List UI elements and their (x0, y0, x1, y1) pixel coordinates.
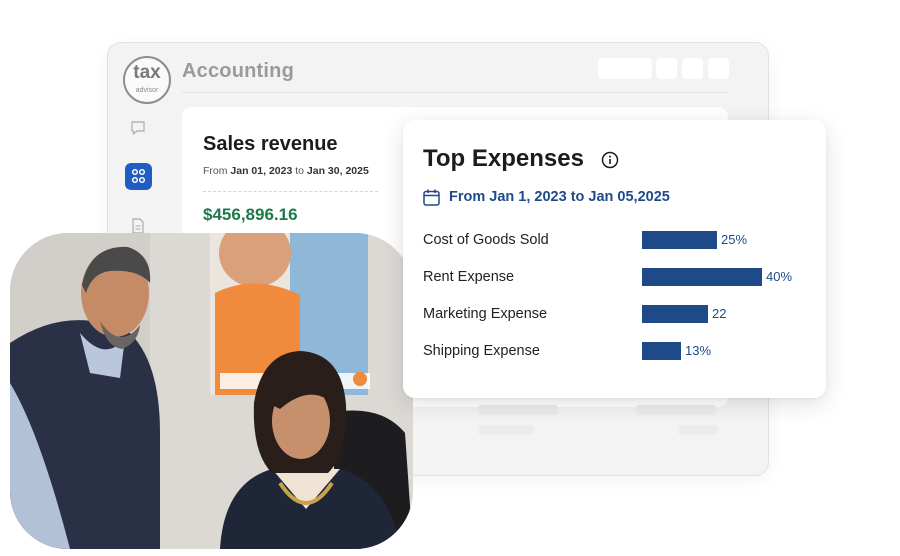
tax-advisor-logo[interactable]: tax advisor (123, 56, 171, 104)
expense-bar (642, 231, 717, 249)
sales-date-range: From Jan 01, 2023 to Jan 30, 2025 (203, 165, 369, 177)
header-icon-button-1[interactable] (656, 58, 677, 79)
grid-icon[interactable] (125, 163, 152, 190)
expense-bar (642, 268, 762, 286)
team-photo-illustration (10, 233, 413, 549)
expense-value: 40% (766, 269, 793, 284)
expense-row: Rent Expense 40% (403, 267, 826, 289)
expense-label: Cost of Goods Sold (423, 232, 549, 248)
sales-revenue-value: $456,896.16 (203, 205, 298, 224)
page-title: Accounting (182, 60, 294, 82)
placeholder-row (478, 425, 534, 435)
placeholder-row (636, 405, 716, 415)
expense-row: Marketing Expense 22 (403, 304, 826, 326)
logo-sub-text: advisor (135, 87, 159, 94)
top-expenses-card: Top Expenses From Jan 1, 2023 to Jan 05,… (403, 120, 826, 398)
header-divider (182, 92, 728, 93)
expense-label: Rent Expense (423, 269, 515, 285)
expense-row: Shipping Expense 13% (403, 341, 826, 363)
expense-value: 13% (685, 343, 712, 358)
calendar-icon[interactable] (422, 188, 441, 207)
header-icon-button-2[interactable] (682, 58, 703, 79)
chat-icon[interactable] (129, 119, 147, 137)
expense-value: 22 (712, 306, 727, 321)
info-icon[interactable] (601, 151, 619, 169)
expense-bar (642, 342, 681, 360)
placeholder-row (678, 425, 718, 435)
expense-label: Shipping Expense (423, 343, 540, 359)
expenses-date-range[interactable]: From Jan 1, 2023 to Jan 05,2025 (449, 189, 670, 205)
sales-revenue-title: Sales revenue (203, 133, 338, 155)
header-icon-button-3[interactable] (708, 58, 729, 79)
header-action-button[interactable] (598, 58, 652, 79)
sales-divider (203, 191, 378, 192)
expense-label: Marketing Expense (423, 306, 548, 322)
logo-main-text: tax (133, 62, 161, 83)
expense-row: Cost of Goods Sold 25% (403, 230, 826, 252)
expense-value: 25% (721, 232, 748, 247)
team-photo (10, 233, 413, 549)
top-expenses-title: Top Expenses (423, 145, 584, 172)
expense-bar (642, 305, 708, 323)
placeholder-row (478, 405, 558, 415)
